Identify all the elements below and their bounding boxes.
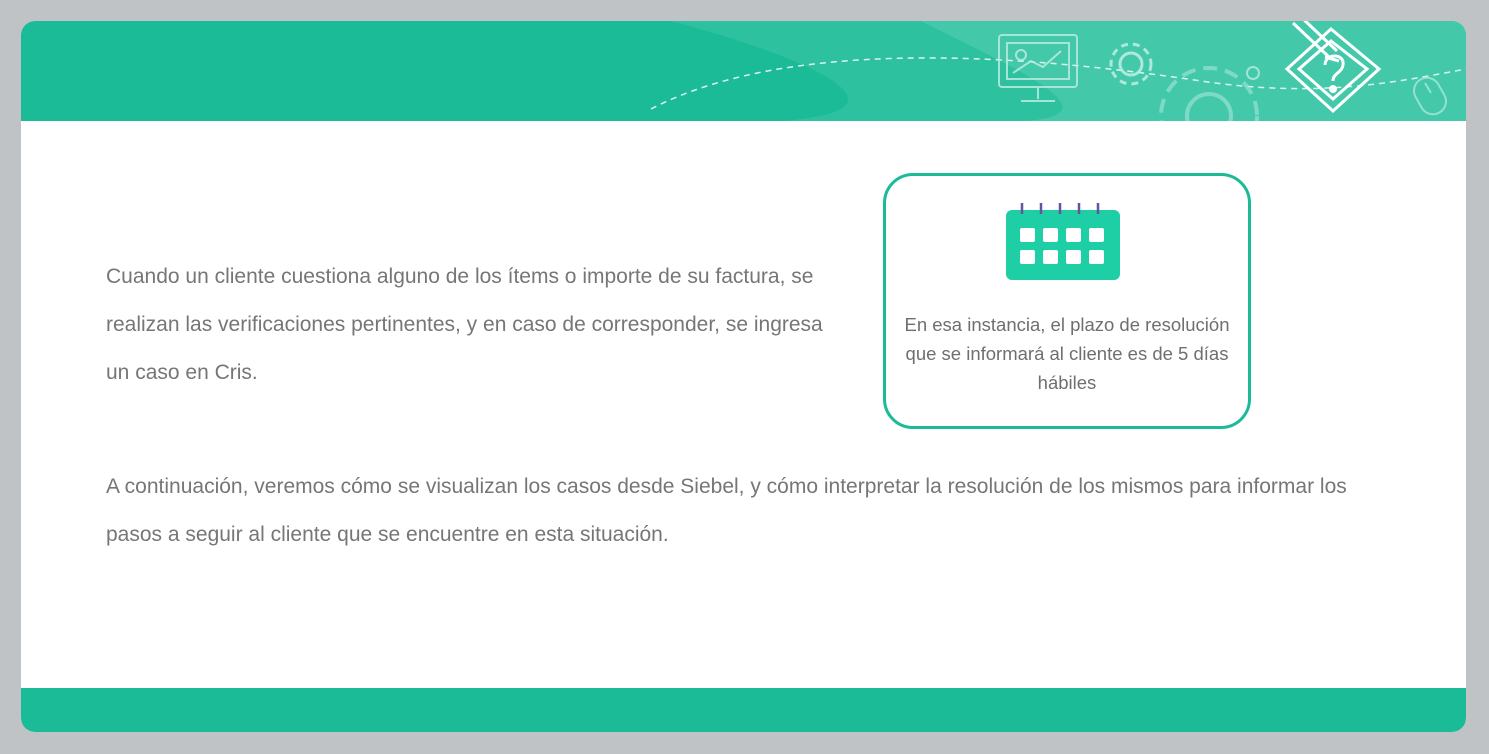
footer-bar [21,688,1466,732]
header-decoration [650,21,1466,121]
info-callout-box: En esa instancia, el plazo de resolución… [883,173,1251,429]
calendar-icon [1006,203,1120,280]
outro-paragraph: A continuación, veremos cómo se visualiz… [106,475,1347,546]
slide: Cuando un cliente cuestiona alguno de lo… [21,21,1466,732]
header-banner [21,21,1466,121]
info-callout-text: En esa instancia, el plazo de resolución… [904,314,1230,393]
intro-paragraph: Cuando un cliente cuestiona alguno de lo… [106,265,823,384]
